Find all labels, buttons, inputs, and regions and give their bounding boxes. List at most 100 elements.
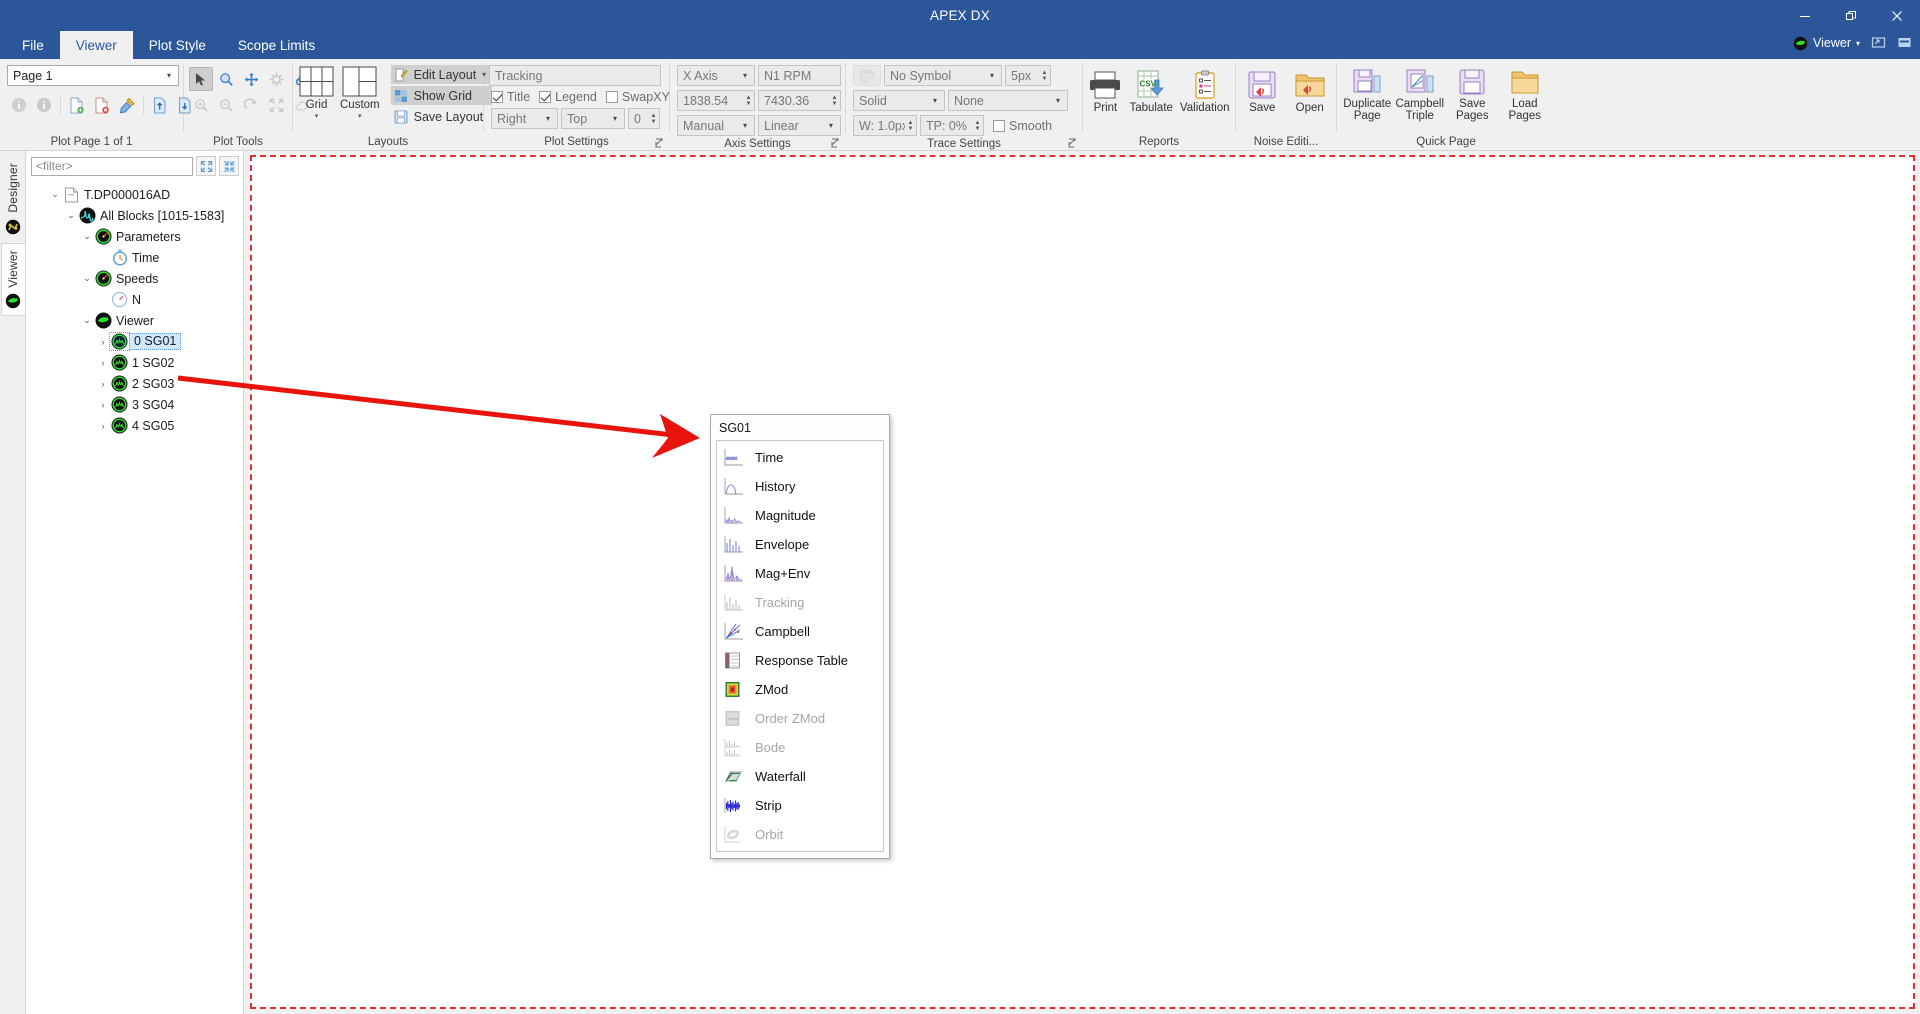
menu-item-magnitude[interactable]: Magnitude [717,501,883,530]
viewer-mode-chip[interactable]: Viewer ▾ [1789,34,1864,53]
magnifier-tool-button[interactable] [214,67,238,91]
menu-item-history[interactable]: History [717,472,883,501]
tab-plot-style[interactable]: Plot Style [133,31,222,59]
navigation-tree[interactable]: ⌄ T.DP000016AD ⌄ All Blocks [1015-1583] [26,180,243,1014]
tree-node-time[interactable]: Time [26,247,243,268]
plot-settings-tool-button[interactable] [264,67,288,91]
spinner-icon[interactable]: ▲ ▼ [743,95,754,107]
chevron-down-icon[interactable]: ▾ [315,112,319,120]
trace-symbol-size-input[interactable]: 5px ▲ ▼ [1005,65,1051,86]
axis-scale-mode-combo[interactable]: Manual ▾ [677,115,755,136]
chevron-down-icon[interactable]: ⌄ [48,189,62,200]
spinner-icon[interactable]: ▲ ▼ [648,113,659,125]
minimize-button[interactable] [1782,0,1828,31]
plot-title-input[interactable]: Tracking [489,65,661,86]
menu-item-strip[interactable]: Strip [717,791,883,820]
zoom-in-button[interactable] [189,93,213,117]
axis-min-input[interactable]: 1838.54 ▲ ▼ [677,90,755,111]
collapse-all-button[interactable] [196,156,216,176]
axis-max-input[interactable]: 7430.36 ▲ ▼ [758,90,841,111]
pointer-tool-button[interactable] [189,67,213,91]
chevron-down-icon[interactable]: ▾ [358,112,362,120]
pan-tool-button[interactable] [239,67,263,91]
tab-scope-limits[interactable]: Scope Limits [222,31,331,59]
noise-open-button[interactable]: Open [1289,67,1332,115]
menu-item-response-table[interactable]: Response Table [717,646,883,675]
chevron-down-icon[interactable]: ⌄ [80,273,94,284]
trace-color-button[interactable] [853,65,881,86]
tree-node-all-blocks[interactable]: ⌄ All Blocks [1015-1583] [26,205,243,226]
info-down-button[interactable] [32,93,56,117]
menu-item-time[interactable]: Time [717,443,883,472]
validation-button[interactable]: Validation [1179,67,1231,115]
axis-select-combo[interactable]: X Axis ▾ [677,65,755,86]
menu-item-mag-env[interactable]: Mag+Env [717,559,883,588]
duplicate-page-button[interactable]: Duplicate Page [1342,65,1392,123]
new-page-button[interactable] [65,93,89,117]
axis-name-input[interactable]: N1 RPM [758,65,841,86]
tree-node-parameters[interactable]: ⌄ Parameters [26,226,243,247]
spinner-icon[interactable]: ▲ ▼ [829,95,840,107]
zoom-out-button[interactable] [214,93,238,117]
grid-layout-button[interactable]: Grid ▾ [298,63,335,121]
chevron-right-icon[interactable]: › [96,400,110,410]
clear-page-button[interactable] [115,93,139,117]
save-pages-button[interactable]: Save Pages [1447,65,1497,123]
load-pages-button[interactable]: Load Pages [1500,65,1550,123]
trace-symbol-combo[interactable]: No Symbol ▾ [884,65,1002,86]
restore-button[interactable] [1828,0,1874,31]
tree-node-document[interactable]: ⌄ T.DP000016AD [26,184,243,205]
expand-all-button[interactable] [219,156,239,176]
tree-node-sg04[interactable]: › 3 SG04 [26,394,243,415]
trace-smooth-checkbox[interactable]: Smooth [993,119,1052,133]
menu-item-orbit[interactable]: Orbit [717,820,883,849]
legend-offset-spinner[interactable]: 0 ▲ ▼ [628,108,660,129]
swapxy-checkbox[interactable]: SwapXY [605,90,670,104]
tree-node-sg03[interactable]: › 2 SG03 [26,373,243,394]
axis-scale-type-combo[interactable]: Linear ▾ [758,115,841,136]
chevron-right-icon[interactable]: › [96,421,110,431]
trace-line-style-combo[interactable]: Solid ▾ [853,90,945,111]
fit-to-view-button[interactable] [264,93,288,117]
side-tab-viewer[interactable]: Viewer [0,242,25,317]
legend-horizontal-combo[interactable]: Right ▾ [491,108,558,129]
tree-node-sg01[interactable]: › 0 SG01 [26,331,243,352]
tab-file[interactable]: File [6,31,60,59]
menu-item-tracking[interactable]: Tracking [717,588,883,617]
noise-save-button[interactable]: Save [1241,67,1284,115]
spinner-icon[interactable]: ▲ ▼ [1039,70,1050,82]
chevron-down-icon[interactable]: ⌄ [80,231,94,242]
plot-canvas[interactable] [250,155,1915,1009]
menu-item-envelope[interactable]: Envelope [717,530,883,559]
legend-vertical-combo[interactable]: Top ▾ [561,108,625,129]
tree-node-sg05[interactable]: › 4 SG05 [26,415,243,436]
page-combo[interactable]: Page 1 ▾ [7,65,179,86]
chevron-right-icon[interactable]: › [96,379,110,389]
spinner-icon[interactable]: ▲ ▼ [905,120,916,132]
spinner-icon[interactable]: ▲ ▼ [972,120,983,132]
menu-item-campbell[interactable]: Campbell [717,617,883,646]
tabulate-button[interactable]: CSV Tabulate [1128,67,1173,115]
tree-node-viewer[interactable]: ⌄ Viewer [26,310,243,331]
tree-node-speeds[interactable]: ⌄ Speeds [26,268,243,289]
chevron-right-icon[interactable]: › [96,337,110,347]
custom-layout-button[interactable]: Custom ▾ [339,63,381,121]
campbell-triple-button[interactable]: Campbell Triple [1394,65,1445,123]
trace-fill-combo[interactable]: None ▾ [948,90,1068,111]
restore-pane-icon[interactable] [1868,33,1890,53]
menu-item-order-zmod[interactable]: Order ZMod [717,704,883,733]
chevron-right-icon[interactable]: › [96,358,110,368]
close-button[interactable] [1874,0,1920,31]
legend-checkbox[interactable]: Legend [539,90,597,104]
trace-width-input[interactable]: W: 1.0px ▲ ▼ [853,115,917,136]
edit-layout-button[interactable]: Edit Layout ▾ [390,65,493,84]
tree-node-sg02[interactable]: › 1 SG02 [26,352,243,373]
title-checkbox[interactable]: Title [491,90,530,104]
menu-item-zmod[interactable]: ZMod [717,675,883,704]
tab-viewer[interactable]: Viewer [59,31,133,59]
trace-transparency-input[interactable]: TP: 0% ▲ ▼ [920,115,984,136]
chevron-down-icon[interactable]: ⌄ [80,315,94,326]
tree-filter-input[interactable]: <filter> [31,156,193,176]
show-grid-button[interactable]: Show Grid [390,86,493,105]
info-up-button[interactable] [7,93,31,117]
